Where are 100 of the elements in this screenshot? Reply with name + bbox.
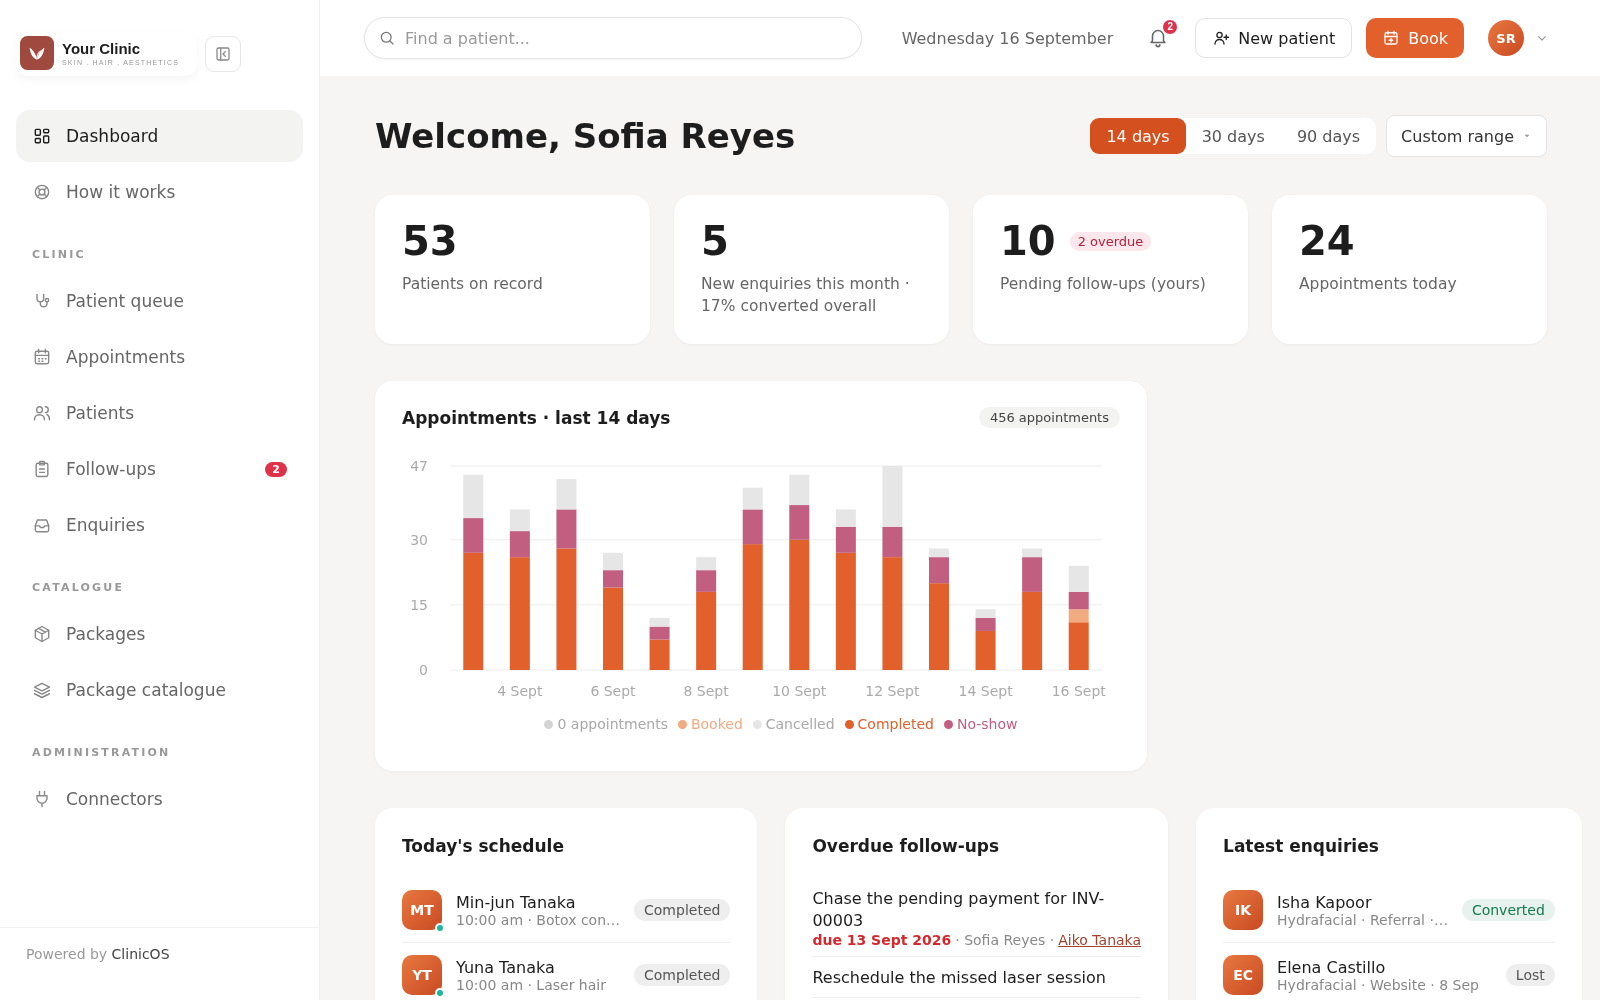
- list-row[interactable]: YT Yuna Tanaka 10:00 am · Laser hair Completed: [402, 943, 731, 1000]
- owner-text: · Sofia Reyes ·: [955, 932, 1055, 948]
- status-tag: Converted: [1461, 899, 1555, 921]
- card-title: Today's schedule: [402, 836, 565, 856]
- axis-tick-label: 15: [410, 596, 428, 613]
- collapse-sidebar-button[interactable]: [205, 36, 242, 72]
- legend-item: 0 appointments: [544, 716, 668, 732]
- section-heading: CLINIC: [31, 247, 87, 263]
- chart-bar: [556, 479, 577, 510]
- lifebuoy-icon: [32, 182, 52, 202]
- stat-value: 5: [701, 219, 729, 263]
- logo-icon: [20, 36, 54, 70]
- add-person-icon: [1212, 29, 1231, 47]
- people-icon: [32, 403, 52, 423]
- follow-up-row[interactable]: Reschedule the missed laser session: [812, 957, 1142, 998]
- period-tab[interactable]: 90 days: [1280, 118, 1377, 154]
- stat-value: 10: [1000, 219, 1056, 263]
- sidebar-item[interactable]: Appointments: [16, 331, 303, 383]
- person-name: Min-jun Tanaka: [456, 892, 577, 912]
- patient-link[interactable]: Aiko Tanaka: [1058, 932, 1142, 948]
- avatar: EC: [1223, 955, 1264, 995]
- count-badge: 2: [265, 461, 287, 477]
- brand-name: Your Clinic: [62, 40, 142, 57]
- sidebar-item[interactable]: Package catalogue: [16, 664, 303, 716]
- section-heading: ADMINISTRATION: [31, 745, 172, 761]
- user-avatar[interactable]: SR: [1488, 20, 1524, 56]
- list-row[interactable]: EC Elena Castillo Hydrafacial · Website · 8 Sep Lost: [1223, 943, 1555, 1000]
- package-icon: [32, 624, 52, 644]
- legend-item: No-show: [943, 716, 1018, 732]
- date-text: Wednesday 16 September: [901, 28, 1114, 48]
- axis-tick-label: 8 Sept: [683, 683, 729, 699]
- legend-label: No-show: [956, 716, 1018, 732]
- axis-tick-label: 12 Sept: [865, 683, 920, 699]
- axis-tick-label: 14 Sept: [958, 683, 1013, 699]
- new-patient-button[interactable]: New patient: [1195, 18, 1353, 58]
- notification-badge: 2: [1161, 17, 1180, 36]
- chart-bar: [1068, 565, 1089, 592]
- avatar: YT: [402, 955, 442, 995]
- detail-text: Hydrafacial · Website · 8 Sep: [1277, 976, 1480, 993]
- sidebar-item[interactable]: Follow-ups 2: [16, 443, 303, 495]
- card-title: Overdue follow-ups: [812, 836, 1001, 856]
- status-tag: Completed: [634, 899, 731, 921]
- sidebar-item[interactable]: Enquiries: [16, 499, 303, 551]
- axis-tick-label: 0: [419, 662, 428, 678]
- status-tag: Lost: [1505, 964, 1555, 986]
- chart-bar: [509, 509, 530, 532]
- axis-tick-label: 30: [410, 531, 428, 548]
- collapse-icon: [214, 45, 233, 63]
- avatar: IK: [1223, 890, 1264, 930]
- chart-bar: [463, 474, 484, 519]
- chart-bar: [649, 617, 670, 627]
- legend-item: Cancelled: [752, 716, 835, 732]
- total-badge: 456 appointments: [978, 407, 1120, 428]
- period-tab[interactable]: 14 days: [1090, 118, 1186, 154]
- axis-tick-label: 16 Sept: [1051, 683, 1106, 699]
- search-icon: [378, 29, 396, 47]
- list-row[interactable]: IK Isha Kapoor Hydrafacial · Referral ·… Converted: [1223, 878, 1555, 943]
- sidebar-item[interactable]: Patients: [16, 387, 303, 439]
- follow-up-row[interactable]: Chase the pending payment for INV-00003 due 13 Sept 2026 · Sofia Reyes · Aiko Tanaka: [812, 878, 1142, 957]
- due-date: due 13 Sept 2026: [812, 932, 952, 948]
- stat-value: 53: [402, 219, 458, 263]
- card-title: Appointments · last 14 days: [402, 407, 671, 428]
- stat-label: Appointments today: [1299, 274, 1458, 295]
- detail-text: 10:00 am · Laser hair: [456, 976, 607, 993]
- legend-label: Cancelled: [765, 716, 835, 732]
- calendar-plus-icon: [1382, 29, 1401, 47]
- person-name: Elena Castillo: [1277, 957, 1387, 977]
- sidebar-item[interactable]: Connectors: [16, 773, 303, 825]
- clipboard-icon: [32, 459, 52, 479]
- legend-label: Booked: [690, 716, 743, 732]
- legend-item: Completed: [844, 716, 934, 732]
- axis-tick-label: 6 Sept: [590, 683, 636, 699]
- stat-value: 24: [1299, 219, 1355, 263]
- powered-by-text: Powered by ClinicOS: [26, 946, 171, 962]
- list-row[interactable]: MT Min-jun Tanaka 10:00 am · Botox con… Completed: [402, 878, 731, 943]
- sidebar-item[interactable]: Packages: [16, 608, 303, 660]
- axis-tick-label: 47: [410, 458, 428, 474]
- sidebar-item[interactable]: How it works: [16, 166, 303, 218]
- sidebar-item[interactable]: Patient queue: [16, 275, 303, 327]
- axis-tick-label: 10 Sept: [772, 683, 827, 699]
- stat-label: Patients on record: [402, 274, 544, 295]
- chart-bar: [603, 552, 623, 571]
- detail-text: 10:00 am · Botox con…: [456, 911, 621, 928]
- sidebar-item[interactable]: Dashboard: [16, 110, 303, 162]
- avatar: MT: [402, 890, 442, 930]
- section-heading: CATALOGUE: [31, 580, 126, 596]
- status-tag: Completed: [634, 964, 731, 986]
- overdue-badge: 2 overdue: [1069, 231, 1152, 251]
- search-field[interactable]: Find a patient...: [364, 17, 862, 59]
- legend-item: Booked: [677, 716, 743, 732]
- dashboard-icon: [32, 126, 52, 146]
- calendar-icon: [32, 347, 52, 367]
- axis-tick-label: 4 Sept: [497, 683, 543, 699]
- period-tab[interactable]: 30 days: [1185, 118, 1281, 154]
- task-text: Chase the pending payment for INV-00003: [812, 888, 1106, 932]
- person-name: Yuna Tanaka: [456, 957, 556, 977]
- book-button[interactable]: Book: [1366, 18, 1464, 58]
- detail-text: Hydrafacial · Referral ·…: [1277, 911, 1448, 928]
- person-name: Isha Kapoor: [1277, 892, 1373, 912]
- custom-range-dropdown[interactable]: Custom range: [1386, 115, 1547, 157]
